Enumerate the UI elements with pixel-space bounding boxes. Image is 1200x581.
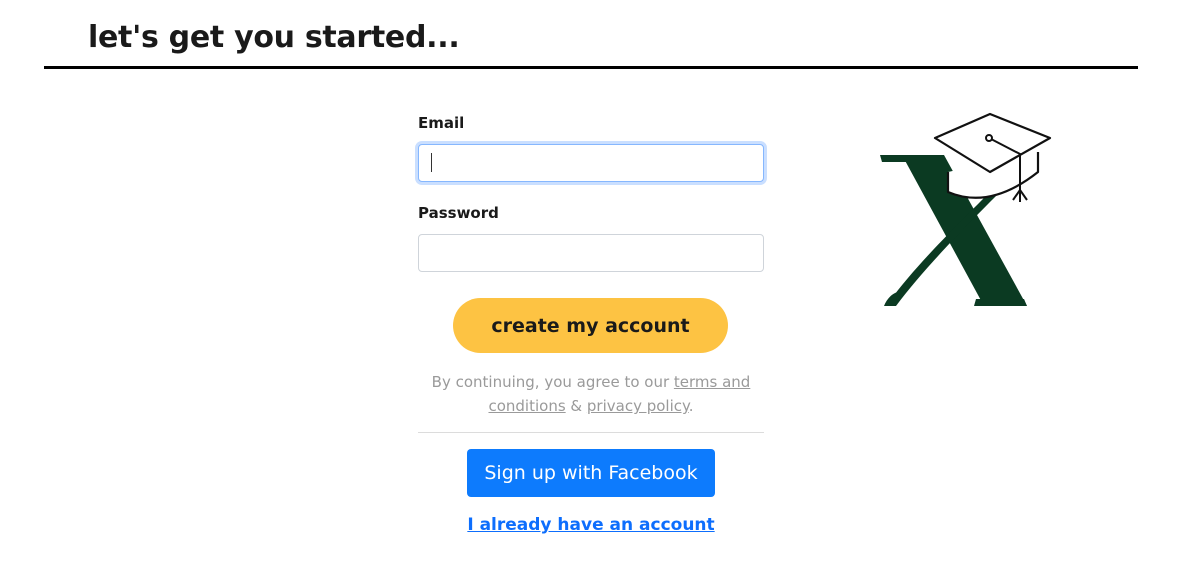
header-divider [44,66,1138,69]
password-field[interactable] [418,234,764,272]
signup-page: let's get you started... Email Password … [0,0,1200,581]
form-divider [418,432,764,433]
graduation-cap-x-logo-icon [880,112,1052,306]
email-field[interactable] [418,144,764,182]
privacy-link[interactable]: privacy policy [587,397,689,415]
create-account-button[interactable]: create my account [453,298,728,353]
password-label: Password [418,204,499,222]
signup-form: Email Password [418,113,764,272]
consent-suffix: . [688,397,694,415]
consent-and: & [565,397,587,415]
consent-prefix: By continuing, you agree to our [431,373,674,391]
login-link[interactable]: I already have an account [418,515,764,535]
email-label: Email [418,114,465,132]
facebook-signup-button[interactable]: Sign up with Facebook [467,449,715,497]
text-caret [431,153,432,172]
consent-text: By continuing, you agree to our terms an… [418,370,764,418]
page-title: let's get you started... [88,20,460,55]
graduation-cap [933,112,1052,199]
